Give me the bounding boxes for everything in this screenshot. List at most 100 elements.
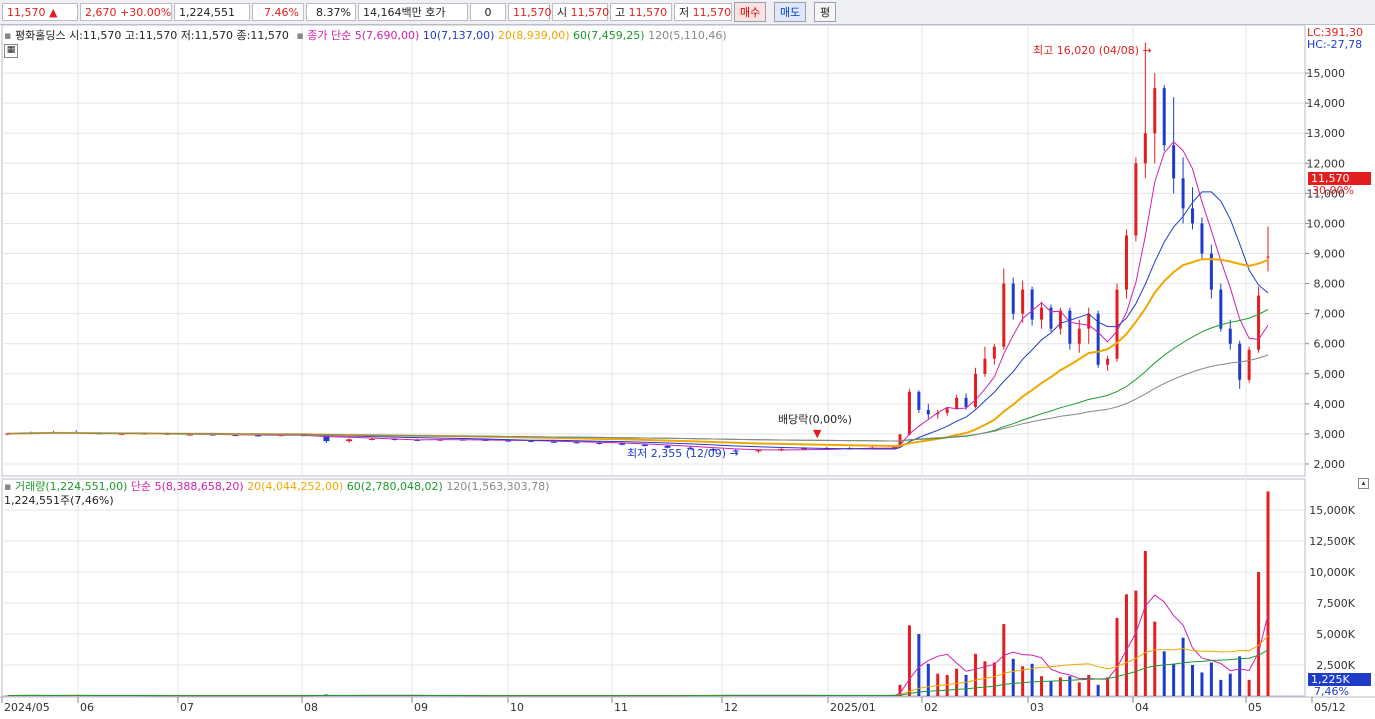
candle-body	[1106, 358, 1110, 365]
candle-body	[1266, 256, 1270, 258]
volume-bar	[945, 674, 949, 696]
volume-axis: 2,500K 5,000K 7,500K 10,000K 12,500K 15,000K	[1309, 504, 1355, 672]
candle-body	[907, 391, 911, 435]
volume-bar	[907, 625, 911, 696]
candle-body	[1153, 88, 1157, 134]
volume-value: 1,224,551	[174, 3, 250, 21]
candle-body	[1011, 283, 1015, 314]
volume-bar	[1153, 621, 1157, 696]
price-tick-label: 2,000	[1314, 458, 1346, 471]
volume-bar	[1124, 594, 1128, 696]
volume-bar	[1077, 682, 1081, 696]
date-axis: 2024/05 06 07 08 09 10 11 12 2025/01 02 03 04 05 05/1…	[1, 697, 1346, 714]
volume-bar	[1266, 491, 1270, 696]
volume-bar	[964, 674, 968, 696]
current-price: 11,570 ▲	[2, 3, 78, 21]
candle-body	[1058, 310, 1062, 329]
price-tick-label: 14,000	[1307, 97, 1346, 110]
volume-bar	[1002, 624, 1006, 696]
low-price: 저 11,570	[674, 3, 732, 21]
candle-body	[1002, 283, 1006, 347]
low-annotation: 최저 2,355 (12/09) →	[627, 447, 739, 460]
avg-button[interactable]: 평	[814, 2, 837, 22]
price-change: 2,670 +30.00%	[80, 3, 172, 21]
price-tick-label: 3,000	[1314, 428, 1346, 441]
ma120-label: 120(5,110,46)	[648, 29, 727, 42]
volume-bar	[1115, 617, 1119, 696]
candle-body	[573, 442, 580, 444]
volume-bar	[973, 653, 977, 696]
price-tick-label: 6,000	[1314, 338, 1346, 351]
candle-body	[973, 373, 977, 407]
arrow-right-icon: →	[1142, 44, 1152, 57]
ma5-label: 종가 단순 5(7,690,00)	[307, 29, 420, 42]
sell-button[interactable]: 매도	[774, 2, 807, 22]
volume-bar	[1247, 679, 1251, 696]
vol-ma5-label: 단순 5(8,388,658,20)	[130, 480, 244, 493]
vol-ma60-label: 60(2,780,048,02)	[346, 480, 443, 493]
price-tick-label: 10,000	[1307, 217, 1346, 230]
stock-chart[interactable]: 2,000 3,000 4,000 5,000 6,000 7,000 8,000 9,000…	[0, 25, 1375, 719]
candle-body	[955, 397, 959, 409]
open-price: 시 11,570	[552, 3, 609, 21]
volume-tick-label: 12,500K	[1309, 535, 1355, 548]
candle-body	[755, 450, 762, 452]
candle-body	[992, 346, 996, 359]
ma10-label: 10(7,137,00)	[422, 29, 495, 42]
volume-bar	[917, 634, 921, 696]
price-tick-label: 12,000	[1307, 157, 1346, 170]
volume-bar	[992, 662, 996, 696]
candle-body	[1021, 289, 1025, 314]
volume-bar	[1257, 572, 1261, 696]
volume-tick-label: 5,000K	[1316, 628, 1355, 641]
candle-body	[550, 441, 557, 443]
candle-body	[596, 442, 603, 444]
volume-bar	[955, 668, 959, 696]
candle-body	[1191, 208, 1195, 224]
collapse-icon[interactable]: ▴	[1358, 478, 1369, 489]
volume-bar	[1134, 590, 1138, 696]
volume-bar	[1238, 656, 1242, 696]
legend-marker-icon: ▪	[296, 29, 304, 42]
candle-body	[1077, 328, 1081, 344]
volume-bar	[1219, 679, 1223, 696]
candle-body	[1172, 145, 1176, 179]
stock-ohlc-label: 평화홀딩스 시:11,570 고:11,570 저:11,570 종:11,57…	[14, 29, 289, 42]
candle-body	[1115, 289, 1119, 359]
date-tick-label: 08	[304, 701, 318, 714]
vol-ma5-line	[7, 594, 1269, 697]
price-tick-label: 13,000	[1307, 127, 1346, 140]
date-tick-label: 09	[414, 701, 428, 714]
date-tick-label: 05	[1248, 701, 1262, 714]
volume-pct-tag: 7,46%	[1314, 685, 1349, 698]
high-price: 고 11,570	[610, 3, 672, 21]
volume-bar	[1172, 663, 1176, 696]
candle-body	[945, 408, 949, 413]
price-tick-label: 9,000	[1314, 248, 1346, 261]
candle-body	[1247, 349, 1251, 380]
volume-bar	[1011, 658, 1015, 696]
volume-bar	[1040, 676, 1044, 696]
candlestick-series	[5, 42, 1270, 454]
candle-body	[1124, 235, 1128, 290]
quote-bar: 11,570 ▲ 2,670 +30.00% 1,224,551 7.46% 8…	[0, 0, 1375, 25]
volume-bar	[1143, 550, 1147, 696]
buy-button[interactable]: 매수	[734, 2, 767, 22]
current-pct-tag: 30,00%	[1312, 184, 1354, 197]
price-tick-label: 7,000	[1314, 308, 1346, 321]
date-tick-label: 2025/01	[830, 701, 876, 714]
volume-bar	[1191, 665, 1195, 696]
candle-body	[1143, 133, 1147, 164]
candle-body	[1200, 223, 1204, 254]
volume-tick-label: 2,500K	[1316, 659, 1355, 672]
up-arrow-icon: ▲	[49, 6, 58, 19]
volume-bar	[1162, 651, 1166, 696]
grid-toggle-icon[interactable]: ▦	[4, 44, 18, 58]
volume-bar	[1200, 672, 1204, 696]
volume-bar	[936, 673, 940, 696]
volume-ratio: 7.46%	[252, 3, 304, 21]
candle-body	[619, 443, 626, 445]
candle-body	[1228, 328, 1232, 344]
vol-ma120-label: 120(1,563,303,78)	[446, 480, 550, 493]
price-tick-label: 4,000	[1314, 398, 1346, 411]
